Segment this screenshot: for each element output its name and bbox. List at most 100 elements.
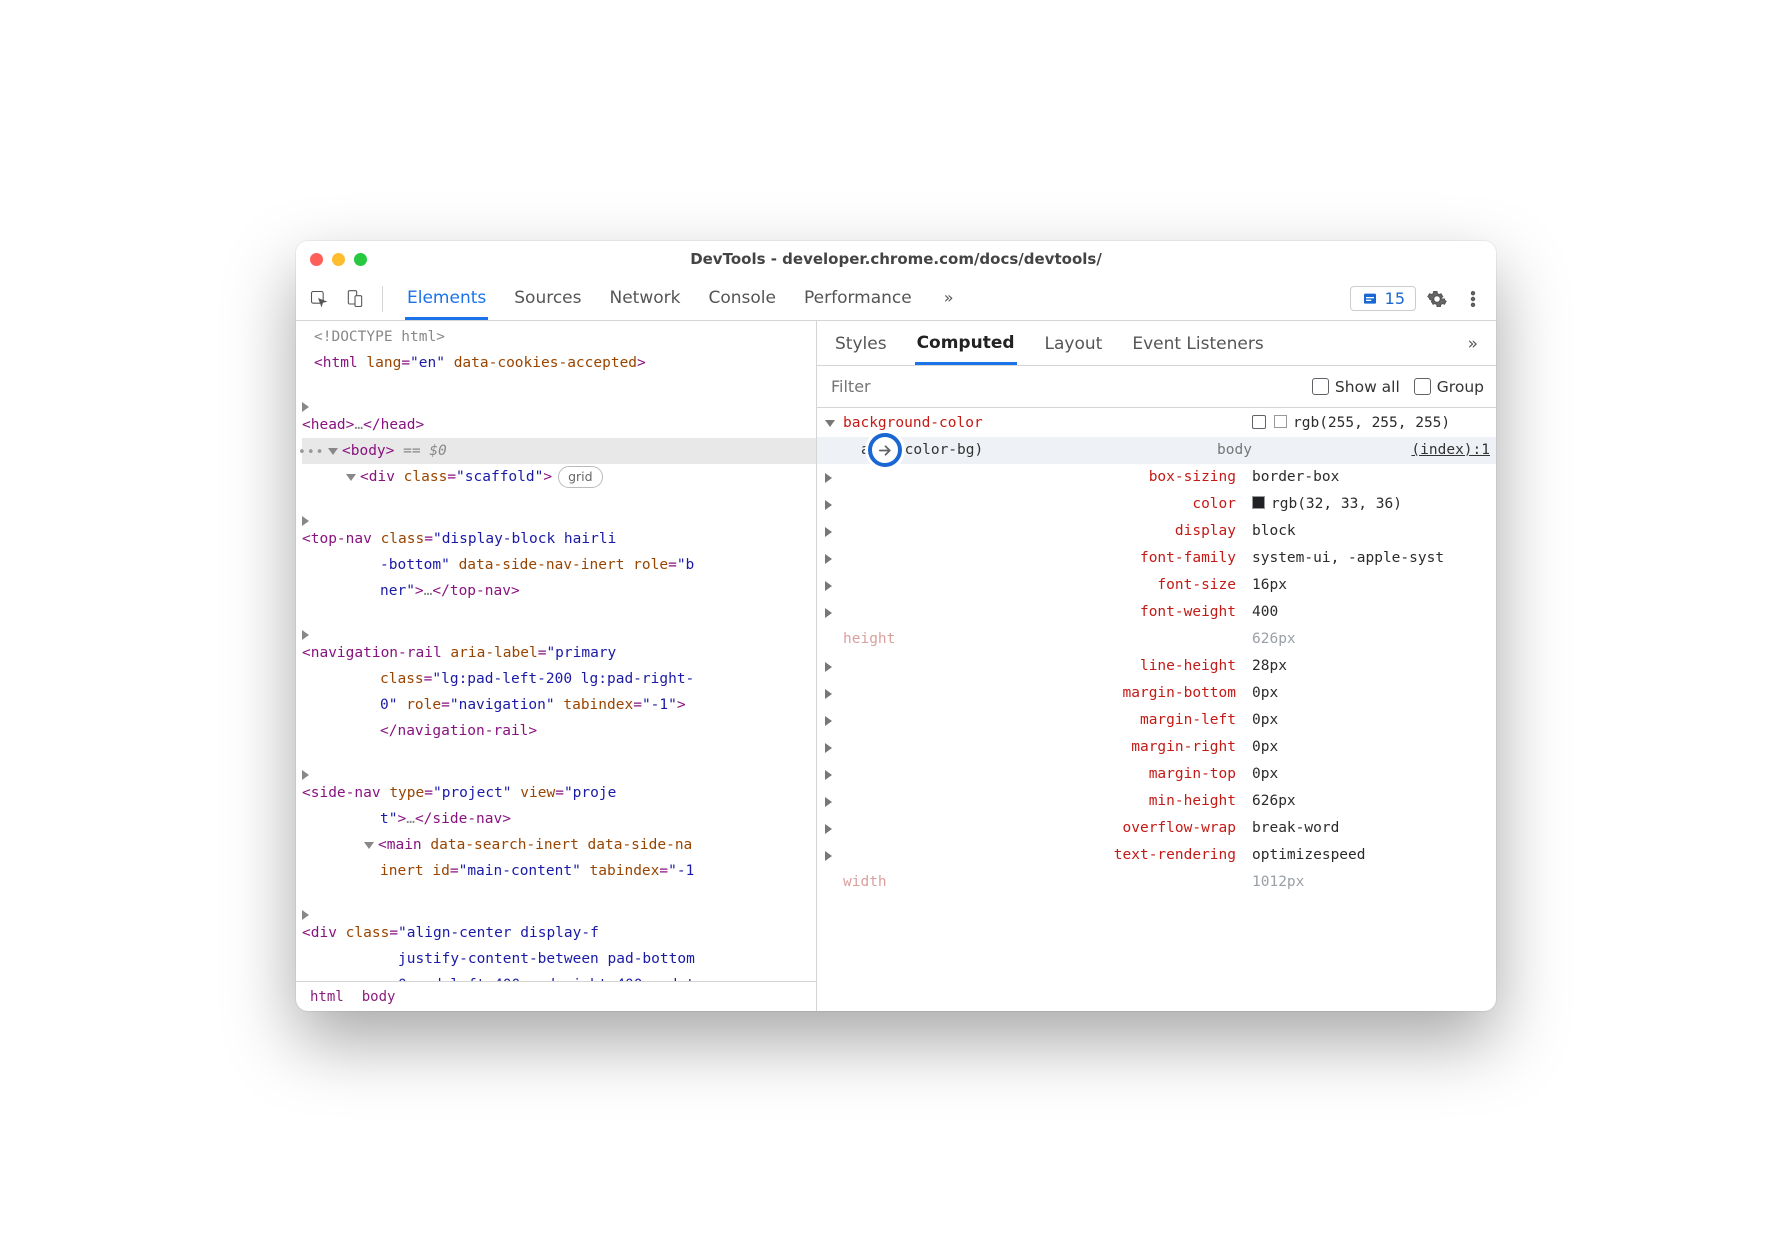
- window-controls: [310, 253, 367, 266]
- computed-row[interactable]: line-height28px: [817, 653, 1496, 680]
- property-name: box-sizing: [1149, 464, 1236, 491]
- checkbox-icon: [1252, 415, 1266, 429]
- tab-console[interactable]: Console: [706, 278, 778, 320]
- property-value: 1012px: [1236, 869, 1496, 896]
- expand-icon[interactable]: [302, 630, 309, 640]
- expand-icon[interactable]: [825, 716, 1132, 726]
- property-name: line-height: [1140, 653, 1236, 680]
- computed-row[interactable]: width1012px: [817, 869, 1496, 896]
- tab-elements[interactable]: Elements: [405, 278, 488, 320]
- show-all-checkbox[interactable]: Show all: [1312, 378, 1400, 396]
- expand-icon[interactable]: [825, 500, 1184, 510]
- minimize-window-icon[interactable]: [332, 253, 345, 266]
- property-value: 626px: [1236, 788, 1496, 815]
- expand-icon[interactable]: [302, 516, 309, 526]
- computed-row[interactable]: margin-top0px: [817, 761, 1496, 788]
- computed-row[interactable]: margin-left0px: [817, 707, 1496, 734]
- collapse-icon[interactable]: [346, 474, 356, 481]
- expand-icon[interactable]: [825, 770, 1141, 780]
- property-name: text-rendering: [1114, 842, 1236, 869]
- expand-icon[interactable]: [825, 797, 1141, 807]
- computed-properties: background-colorrgb(255, 255, 255)ar(--c…: [817, 408, 1496, 1011]
- issues-icon: [1361, 291, 1379, 307]
- titlebar: DevTools - developer.chrome.com/docs/dev…: [296, 241, 1496, 277]
- checkbox-icon: [1312, 378, 1329, 395]
- computed-row[interactable]: height 626px: [817, 626, 1496, 653]
- trace-source-link[interactable]: (index):1: [1411, 437, 1490, 464]
- computed-row[interactable]: displayblock: [817, 518, 1496, 545]
- grid-badge[interactable]: grid: [558, 466, 602, 488]
- property-value: 626px: [1236, 626, 1496, 653]
- computed-filter-bar: Show all Group: [817, 366, 1496, 408]
- property-value: system-ui, -apple-syst: [1236, 545, 1496, 572]
- computed-row[interactable]: min-height626px: [817, 788, 1496, 815]
- computed-row[interactable]: colorrgb(32, 33, 36): [817, 491, 1496, 518]
- computed-row[interactable]: margin-right0px: [817, 734, 1496, 761]
- maximize-window-icon[interactable]: [354, 253, 367, 266]
- collapse-icon[interactable]: [825, 420, 835, 427]
- expand-icon[interactable]: [302, 770, 309, 780]
- main-tabs: Elements Sources Network Console Perform…: [405, 278, 960, 320]
- tab-sources[interactable]: Sources: [512, 278, 583, 320]
- collapse-icon[interactable]: [364, 842, 374, 849]
- more-sidebar-tabs-icon[interactable]: »: [1466, 323, 1480, 363]
- filter-input[interactable]: [829, 366, 1298, 407]
- computed-row[interactable]: box-sizingborder-box: [817, 464, 1496, 491]
- expand-icon[interactable]: [825, 662, 1132, 672]
- window-title: DevTools - developer.chrome.com/docs/dev…: [296, 250, 1496, 268]
- devtools-window: DevTools - developer.chrome.com/docs/dev…: [296, 241, 1496, 1011]
- crumb-html[interactable]: html: [310, 984, 344, 1010]
- tab-computed[interactable]: Computed: [915, 322, 1017, 365]
- issues-counter[interactable]: 15: [1350, 286, 1416, 311]
- computed-row[interactable]: font-size16px: [817, 572, 1496, 599]
- device-toolbar-icon[interactable]: [340, 284, 370, 314]
- close-window-icon[interactable]: [310, 253, 323, 266]
- expand-icon[interactable]: [825, 554, 1132, 564]
- property-name: display: [1175, 518, 1236, 545]
- property-name: margin-bottom: [1123, 680, 1237, 707]
- tab-network[interactable]: Network: [608, 278, 683, 320]
- property-name: color: [1192, 491, 1236, 518]
- computed-row[interactable]: font-weight400: [817, 599, 1496, 626]
- color-swatch-icon: [1274, 415, 1287, 428]
- collapse-icon[interactable]: [328, 448, 338, 455]
- tab-layout[interactable]: Layout: [1043, 323, 1105, 363]
- property-name: height: [843, 626, 895, 653]
- computed-row[interactable]: margin-bottom0px: [817, 680, 1496, 707]
- expand-icon[interactable]: [825, 608, 1132, 618]
- computed-row[interactable]: font-familysystem-ui, -apple-syst: [817, 545, 1496, 572]
- issues-count: 15: [1385, 289, 1405, 308]
- computed-row[interactable]: background-colorrgb(255, 255, 255): [817, 410, 1496, 437]
- selected-node[interactable]: ••• <body> == $0: [302, 438, 816, 464]
- expand-icon[interactable]: [825, 527, 1167, 537]
- dom-tree[interactable]: <!DOCTYPE html> <html lang="en" data-coo…: [296, 321, 816, 981]
- separator: [382, 286, 383, 312]
- navigate-to-source-icon[interactable]: [868, 433, 902, 467]
- tab-event-listeners[interactable]: Event Listeners: [1130, 323, 1265, 363]
- computed-trace-row[interactable]: ar(--color-bg)body(index):1: [817, 437, 1496, 464]
- tab-styles[interactable]: Styles: [833, 323, 889, 363]
- trace-selector: body: [1217, 437, 1252, 464]
- expand-icon[interactable]: [825, 689, 1115, 699]
- inspect-element-icon[interactable]: [304, 284, 334, 314]
- main-toolbar: Elements Sources Network Console Perform…: [296, 277, 1496, 321]
- settings-icon[interactable]: [1422, 284, 1452, 314]
- expand-icon[interactable]: [825, 473, 1141, 483]
- expand-icon[interactable]: [825, 743, 1123, 753]
- property-name: overflow-wrap: [1123, 815, 1237, 842]
- expand-icon[interactable]: [825, 824, 1115, 834]
- expand-icon[interactable]: [825, 851, 1106, 861]
- expand-icon[interactable]: [302, 402, 309, 412]
- property-value: rgb(32, 33, 36): [1236, 491, 1496, 518]
- expand-icon[interactable]: [825, 581, 1149, 591]
- property-value: 16px: [1236, 572, 1496, 599]
- more-tabs-icon[interactable]: »: [938, 278, 960, 320]
- crumb-body[interactable]: body: [362, 984, 396, 1010]
- computed-row[interactable]: overflow-wrapbreak-word: [817, 815, 1496, 842]
- expand-icon[interactable]: [302, 910, 309, 920]
- group-checkbox[interactable]: Group: [1414, 378, 1484, 396]
- computed-row[interactable]: text-renderingoptimizespeed: [817, 842, 1496, 869]
- property-value: block: [1236, 518, 1496, 545]
- kebab-menu-icon[interactable]: [1458, 284, 1488, 314]
- tab-performance[interactable]: Performance: [802, 278, 914, 320]
